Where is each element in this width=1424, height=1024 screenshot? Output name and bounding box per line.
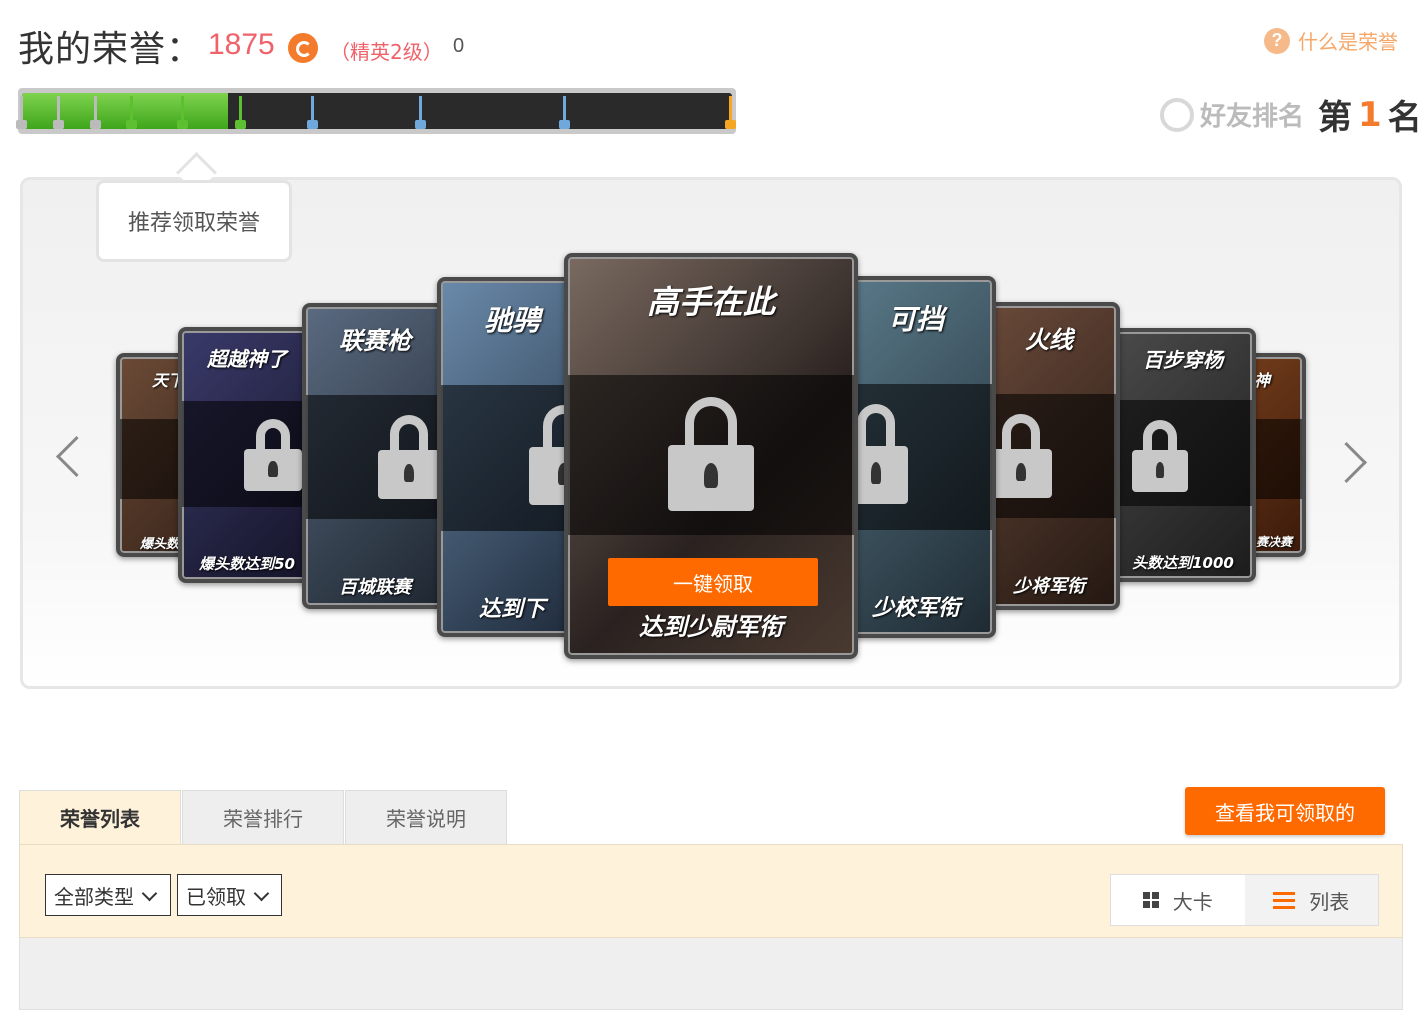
tab-honor-ranking[interactable]: 荣誉排行 [182, 790, 344, 844]
honor-card-subtitle: 少将军衔 [1013, 576, 1085, 597]
honor-badge-icon [288, 33, 318, 63]
honor-card-title: 火线 [1025, 326, 1073, 354]
tab-honor-list[interactable]: 荣誉列表 [19, 790, 181, 844]
honor-card-title: 高手在此 [646, 283, 775, 321]
grid-icon [1142, 892, 1159, 908]
view-toggle: 大卡 列表 [1110, 874, 1379, 926]
friend-rank: 好友排名 第 1 名 [1160, 90, 1422, 139]
honor-card[interactable]: 联赛枪 百城联赛 [302, 303, 448, 609]
honor-card-title: 联赛枪 [339, 327, 411, 355]
honor-count: 0 [453, 35, 465, 57]
honor-card-title: 超越神了 [207, 347, 287, 371]
progress-tick [415, 96, 426, 129]
honor-card-subtitle: 达到少尉军衔 [639, 613, 783, 641]
status-select[interactable]: 已领取 [177, 874, 282, 916]
what-is-honor-label: 什么是荣誉 [1298, 30, 1398, 54]
what-is-honor-link[interactable]: ? 什么是荣誉 [1264, 26, 1398, 55]
honor-score: 1875 [208, 28, 275, 61]
chevron-down-icon [141, 885, 158, 901]
honor-card-subtitle: 头数达到1000 [1132, 554, 1234, 572]
honor-card-subtitle: 爆头数达到50 [199, 555, 295, 573]
tab-honor-description[interactable]: 荣誉说明 [345, 790, 507, 844]
rank-value: 1 [1358, 94, 1382, 135]
progress-tick [725, 96, 736, 129]
lock-icon [1132, 420, 1188, 492]
honor-card-subtitle: 少校军衔 [871, 596, 960, 621]
honor-card-title: 可挡 [887, 303, 944, 336]
honor-card-subtitle: 百城联赛 [339, 577, 411, 598]
honor-tabs: 荣誉列表 荣誉排行 荣誉说明 [19, 790, 508, 844]
list-view-label: 列表 [1309, 889, 1350, 914]
honor-card-subtitle: 达到下 [478, 597, 545, 622]
honor-card-subtitle: 赛决赛 [1255, 535, 1292, 549]
recommend-tooltip-label: 推荐领取荣誉 [127, 211, 260, 236]
view-claimable-button[interactable]: 查看我可领取的 [1185, 787, 1385, 835]
page-title: 我的荣誉： [18, 29, 204, 70]
honor-card-title: 驰骋 [483, 304, 540, 337]
honor-card[interactable]: 火线 少将军衔 [978, 302, 1120, 610]
type-select[interactable]: 全部类型 [45, 874, 171, 916]
question-icon: ? [1264, 27, 1290, 54]
honor-card-title: 百步穿杨 [1143, 348, 1223, 372]
progress-tick [235, 96, 246, 129]
progress-tick [53, 96, 64, 129]
progress-tick [307, 96, 318, 129]
honor-level: （精英2级） [330, 40, 443, 64]
list-icon [1273, 891, 1296, 909]
rank-suffix: 名 [1387, 98, 1422, 138]
one-click-claim-button[interactable]: 一键领取 [608, 558, 818, 606]
recommend-tooltip: 推荐领取荣誉 [96, 180, 292, 262]
progress-tick [559, 96, 570, 129]
lock-icon [990, 414, 1052, 498]
honor-card[interactable]: 超越神了 爆头数达到50 [178, 327, 316, 583]
progress-tick [126, 96, 137, 129]
honor-card-title: 神 [1253, 371, 1270, 390]
lock-icon [244, 419, 302, 491]
list-view-button[interactable]: 列表 [1244, 875, 1378, 925]
rank-prefix: 第 [1318, 98, 1353, 138]
progress-tick [90, 96, 101, 129]
card-view-label: 大卡 [1172, 889, 1213, 914]
status-select-value: 已领取 [186, 884, 246, 909]
honor-card[interactable]: 百步穿杨 头数达到1000 [1110, 328, 1256, 582]
honor-list-content [19, 938, 1403, 1010]
type-select-value: 全部类型 [54, 884, 134, 909]
lock-icon [378, 415, 440, 499]
lock-icon [668, 397, 754, 511]
honor-card[interactable]: 可挡 少校军衔 [836, 276, 996, 638]
chevron-down-icon [253, 885, 270, 901]
friend-rank-icon [1160, 97, 1194, 132]
honor-progress-bar [16, 88, 736, 134]
progress-tick [177, 96, 188, 129]
progress-tick [16, 96, 27, 129]
card-view-button[interactable]: 大卡 [1111, 875, 1245, 925]
friend-rank-label: 好友排名 [1200, 102, 1305, 132]
